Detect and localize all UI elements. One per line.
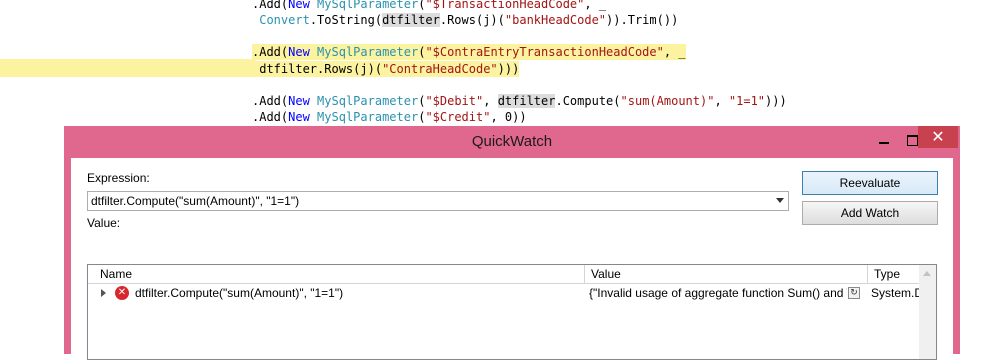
code-token: MySqlParameter: [317, 110, 419, 124]
code-line-4[interactable]: dtfilter.Rows(j)("ContraHeadCode"))): [252, 61, 520, 77]
minimize-button[interactable]: [870, 132, 898, 156]
code-token: .Add(: [252, 45, 289, 59]
code-token: ))): [765, 94, 787, 108]
quickwatch-dialog: QuickWatch ✕ Expression: dtfilter.Comput…: [64, 126, 960, 360]
column-header-value[interactable]: Value: [585, 265, 868, 284]
code-token: .Rows(j)(: [439, 13, 505, 27]
code-token: MySqlParameter: [317, 45, 419, 59]
vertical-scrollbar[interactable]: [919, 265, 936, 359]
add-watch-button[interactable]: Add Watch: [802, 201, 938, 225]
code-token: .Add(: [252, 0, 289, 11]
table-row[interactable]: ✕ dtfilter.Compute("sum(Amount)", "1=1")…: [88, 284, 936, 302]
code-line-5[interactable]: .Add(New MySqlParameter("$Debit", dtfilt…: [252, 93, 787, 109]
expand-arrow-icon[interactable]: [101, 289, 106, 297]
scroll-up-icon[interactable]: [923, 271, 931, 276]
code-line-3[interactable]: .Add(New MySqlParameter("$ContraEntryTra…: [252, 44, 686, 60]
value-grid: Name Value Type ✕ dtfilter.Compute("sum(…: [87, 264, 937, 360]
code-token: New: [288, 110, 310, 124]
column-header-type[interactable]: Type: [868, 265, 921, 284]
code-token: "$Debit": [425, 94, 484, 108]
code-token: dtfilter: [259, 62, 318, 76]
code-token: New: [288, 94, 310, 108]
value-label: Value:: [87, 216, 121, 230]
dialog-client: Expression: dtfilter.Compute("sum(Amount…: [71, 158, 953, 360]
dialog-title: QuickWatch: [471, 133, 553, 150]
row-value: {"Invalid usage of aggregate function Su…: [589, 286, 847, 300]
code-token: )).Trim()): [606, 13, 679, 27]
code-line-1[interactable]: .Add(New MySqlParameter("$TransactionHea…: [252, 0, 606, 12]
code-token: "$ContraEntryTransactionHeadCode": [425, 45, 664, 59]
code-token: dtfilter: [382, 13, 440, 27]
code-line-2[interactable]: Convert.ToString(dtfilter.Rows(j)("bankH…: [252, 12, 678, 28]
code-token: .Rows(j)(: [317, 62, 383, 76]
expression-combobox[interactable]: dtfilter.Compute("sum(Amount)", "1=1"): [87, 191, 789, 211]
refresh-icon[interactable]: ↻: [848, 287, 860, 299]
code-token: "ContraHeadCode": [382, 62, 498, 76]
code-token: ))): [497, 62, 520, 76]
error-icon: ✕: [115, 286, 129, 300]
code-token: dtfilter: [497, 94, 556, 108]
code-token: "sum(Amount)": [620, 94, 715, 108]
code-token: .Compute(: [555, 94, 621, 108]
row-type: System.Data.SyntaxErrorException: [871, 286, 921, 300]
close-button[interactable]: ✕: [918, 126, 958, 148]
code-token: .Add(: [252, 94, 289, 108]
close-icon: ✕: [931, 127, 945, 146]
column-header-name[interactable]: Name: [88, 265, 585, 284]
title-bar[interactable]: QuickWatch ✕: [64, 126, 960, 158]
expression-label: Expression:: [87, 171, 150, 185]
reevaluate-button[interactable]: Reevaluate: [802, 171, 938, 195]
code-token: "1=1": [728, 94, 766, 108]
row-name: dtfilter.Compute("sum(Amount)", "1=1"): [135, 286, 344, 300]
code-token: "$TransactionHeadCode": [425, 0, 585, 11]
code-token: .Add(: [252, 110, 289, 124]
code-token: "bankHeadCode": [504, 13, 607, 27]
code-token: MySqlParameter: [317, 0, 419, 11]
code-token: Convert: [259, 13, 310, 27]
grid-header: Name Value Type: [88, 265, 936, 284]
code-token: New: [288, 45, 310, 59]
line-edit-highlight: [0, 59, 256, 77]
chevron-down-icon[interactable]: [776, 198, 784, 203]
code-token: , _: [663, 45, 686, 59]
code-token: MySqlParameter: [317, 94, 419, 108]
code-token: "$Credit": [425, 110, 491, 124]
code-token: ,: [483, 94, 498, 108]
code-token: , _: [584, 0, 607, 11]
code-token: New: [288, 0, 310, 11]
code-line-6[interactable]: .Add(New MySqlParameter("$Credit", 0)): [252, 109, 527, 125]
code-token: .ToString(: [309, 13, 383, 27]
expression-value: dtfilter.Compute("sum(Amount)", "1=1"): [91, 194, 300, 208]
code-token: ,: [714, 94, 729, 108]
code-token: , 0)): [490, 110, 527, 124]
